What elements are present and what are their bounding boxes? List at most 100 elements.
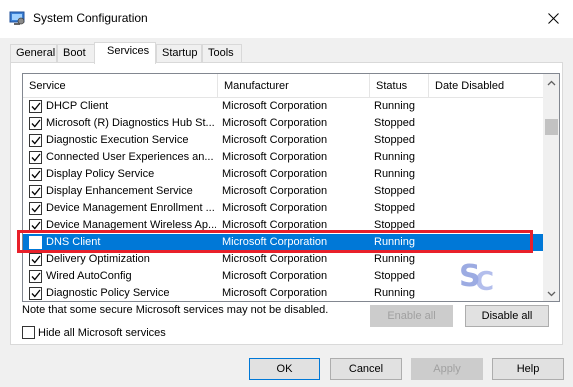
title-bar: System Configuration — [0, 0, 573, 38]
column-header-status[interactable]: Status — [370, 74, 429, 98]
service-checkbox[interactable] — [29, 168, 42, 181]
service-name-cell: Wired AutoConfig — [46, 270, 132, 282]
service-checkbox[interactable] — [29, 219, 42, 232]
service-name-cell: DNS Client — [46, 236, 101, 248]
service-checkbox[interactable] — [29, 134, 42, 147]
service-name-cell: Device Management Wireless Ap... — [46, 219, 216, 231]
service-name-cell: Diagnostic Execution Service — [46, 134, 189, 146]
column-header-manufacturer[interactable]: Manufacturer — [218, 74, 370, 98]
table-row[interactable]: Diagnostic Execution Service Microsoft Co… — [23, 132, 543, 149]
table-row[interactable]: Connected User Experiences an... Microsof… — [23, 149, 543, 166]
status-cell: Stopped — [374, 134, 415, 146]
apply-button[interactable]: Apply — [411, 358, 483, 380]
checkmark-icon — [31, 272, 41, 281]
manufacturer-cell: Microsoft Corporation — [222, 202, 328, 214]
manufacturer-cell: Microsoft Corporation — [222, 287, 328, 299]
services-list[interactable]: Service Manufacturer Status Date Disable… — [22, 73, 560, 302]
status-cell: Stopped — [374, 219, 415, 231]
checkmark-icon — [31, 289, 41, 298]
help-button[interactable]: Help — [492, 358, 564, 380]
manufacturer-cell: Microsoft Corporation — [222, 117, 328, 129]
service-checkbox[interactable] — [29, 185, 42, 198]
checkmark-icon — [31, 238, 41, 247]
tab-general[interactable]: General — [10, 44, 57, 63]
checkmark-icon — [31, 119, 41, 128]
manufacturer-cell: Microsoft Corporation — [222, 134, 328, 146]
scroll-down-button[interactable] — [543, 285, 559, 301]
status-cell: Running — [374, 287, 415, 299]
tab-startup[interactable]: Startup — [156, 44, 202, 63]
service-name-cell: Connected User Experiences an... — [46, 151, 214, 163]
column-header-date-disabled[interactable]: Date Disabled — [429, 74, 543, 98]
table-row[interactable]: Microsoft (R) Diagnostics Hub St... Micro… — [23, 115, 543, 132]
table-row[interactable]: DHCP Client Microsoft Corporation Running — [23, 98, 543, 115]
vertical-scrollbar[interactable] — [543, 74, 559, 301]
chevron-up-icon — [547, 80, 556, 85]
service-checkbox[interactable] — [29, 253, 42, 266]
scroll-thumb[interactable] — [545, 119, 558, 135]
service-name-cell: Display Enhancement Service — [46, 185, 193, 197]
manufacturer-cell: Microsoft Corporation — [222, 253, 328, 265]
service-checkbox[interactable] — [29, 117, 42, 130]
service-checkbox[interactable] — [29, 236, 42, 249]
status-cell: Running — [374, 151, 415, 163]
hide-microsoft-services-label: Hide all Microsoft services — [38, 327, 166, 339]
list-body: DHCP Client Microsoft Corporation Running M… — [23, 98, 543, 301]
status-cell: Running — [374, 168, 415, 180]
service-name-cell: Device Management Enrollment ... — [46, 202, 215, 214]
column-header-service[interactable]: Service — [23, 74, 218, 98]
service-name-cell: Diagnostic Policy Service — [46, 287, 170, 299]
status-cell: Stopped — [374, 117, 415, 129]
hide-microsoft-services-checkbox[interactable] — [22, 326, 35, 339]
close-icon — [547, 12, 559, 24]
checkmark-icon — [31, 187, 41, 196]
table-row[interactable]: Display Enhancement Service Microsoft Cor… — [23, 183, 543, 200]
close-button[interactable] — [538, 6, 568, 30]
checkmark-icon — [31, 153, 41, 162]
ok-button[interactable]: OK — [249, 358, 320, 380]
disable-all-button[interactable]: Disable all — [465, 305, 549, 327]
status-cell: Running — [374, 236, 415, 248]
manufacturer-cell: Microsoft Corporation — [222, 185, 328, 197]
service-name-cell: DHCP Client — [46, 100, 109, 112]
table-row[interactable]: Delivery Optimization Microsoft Corporati… — [23, 251, 543, 268]
manufacturer-cell: Microsoft Corporation — [222, 151, 328, 163]
table-row[interactable]: Device Management Wireless Ap... Microsof… — [23, 217, 543, 234]
checkmark-icon — [31, 221, 41, 230]
dialog-buttons: OK Cancel Apply Help — [0, 350, 573, 387]
tab-boot[interactable]: Boot — [57, 44, 95, 63]
table-row[interactable]: Diagnostic Policy Service Microsoft Corpo… — [23, 285, 543, 301]
table-row[interactable]: Display Policy Service Microsoft Corporat… — [23, 166, 543, 183]
service-checkbox[interactable] — [29, 287, 42, 300]
status-cell: Stopped — [374, 202, 415, 214]
status-cell: Running — [374, 100, 415, 112]
manufacturer-cell: Microsoft Corporation — [222, 270, 328, 282]
enable-all-button[interactable]: Enable all — [370, 305, 453, 327]
table-row[interactable]: Wired AutoConfig Microsoft Corporation Sto… — [23, 268, 543, 285]
table-row[interactable]: Device Management Enrollment ... Microsof… — [23, 200, 543, 217]
service-name-cell: Display Policy Service — [46, 168, 155, 180]
service-checkbox[interactable] — [29, 202, 42, 215]
services-panel: Service Manufacturer Status Date Disable… — [10, 62, 563, 345]
manufacturer-cell: Microsoft Corporation — [222, 236, 328, 248]
service-name-cell: Microsoft (R) Diagnostics Hub St... — [46, 117, 215, 129]
manufacturer-cell: Microsoft Corporation — [222, 100, 328, 112]
chevron-down-icon — [547, 291, 556, 296]
status-cell: Running — [374, 253, 415, 265]
manufacturer-cell: Microsoft Corporation — [222, 219, 328, 231]
status-cell: Stopped — [374, 185, 415, 197]
manufacturer-cell: Microsoft Corporation — [222, 168, 328, 180]
window-title: System Configuration — [33, 11, 148, 25]
note-text: Note that some secure Microsoft services… — [22, 304, 329, 316]
service-checkbox[interactable] — [29, 151, 42, 164]
system-configuration-icon — [9, 10, 25, 26]
scroll-up-button[interactable] — [543, 74, 559, 91]
tab-tools[interactable]: Tools — [202, 44, 242, 63]
service-checkbox[interactable] — [29, 100, 42, 113]
service-checkbox[interactable] — [29, 270, 42, 283]
status-cell: Stopped — [374, 270, 415, 282]
checkmark-icon — [31, 102, 41, 111]
tab-services[interactable]: Services — [94, 42, 156, 64]
cancel-button[interactable]: Cancel — [330, 358, 402, 380]
table-row[interactable]: DNS Client Microsoft Corporation Running — [23, 234, 543, 251]
